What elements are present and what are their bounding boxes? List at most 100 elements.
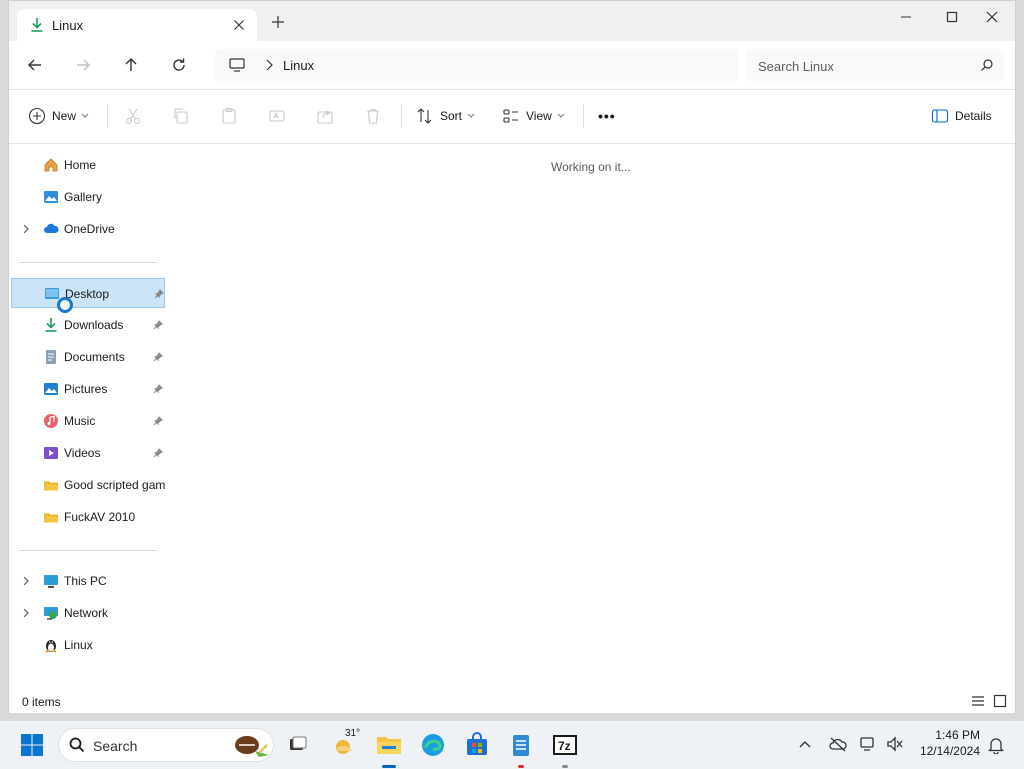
monitor-icon — [229, 58, 245, 75]
close-window-icon[interactable] — [969, 9, 1015, 25]
weather-temp: 31° — [345, 728, 361, 739]
start-windows-icon[interactable] — [20, 733, 46, 759]
pin-icon[interactable] — [154, 288, 164, 302]
search-icon — [69, 737, 85, 756]
nav-divider — [19, 262, 157, 263]
task-view-icon[interactable] — [286, 732, 312, 758]
clipboard-icon — [222, 107, 236, 124]
system-clock[interactable]: 1:46 PM 12/14/2024 — [920, 727, 980, 759]
nav-item-documents[interactable]: Documents — [11, 342, 165, 372]
search-input[interactable] — [756, 56, 970, 76]
tab-linux[interactable]: Linux — [17, 9, 257, 41]
address-bar: Linux — [9, 41, 1015, 90]
file-list-pane[interactable]: Working on it... — [169, 144, 1015, 689]
chevron-right-icon — [265, 59, 273, 74]
volume-muted-icon[interactable] — [886, 736, 904, 755]
title-bar: Linux — [9, 1, 1015, 41]
nav-label: Home — [64, 158, 97, 172]
chevron-up-icon[interactable] — [798, 738, 812, 752]
chevron-down-icon — [467, 113, 475, 118]
up-arrow-icon[interactable] — [121, 55, 141, 75]
search-box[interactable] — [746, 49, 1004, 81]
edge-browser-icon[interactable] — [420, 732, 446, 758]
navigation-pane: Home Gallery OneDrive Desktop Downloads … — [9, 144, 169, 689]
pictures-icon — [43, 381, 59, 397]
plus-circle-icon — [28, 107, 46, 125]
close-tab-icon[interactable] — [231, 17, 247, 33]
music-icon — [43, 413, 59, 429]
chevron-right-icon[interactable] — [22, 607, 30, 621]
nav-item-music[interactable]: Music — [11, 406, 165, 436]
chevron-down-icon — [81, 113, 89, 118]
pin-icon[interactable] — [153, 447, 163, 461]
cloud-offline-icon[interactable] — [829, 736, 847, 755]
nav-item-good-scripted-games[interactable]: Good scripted gam — [11, 470, 165, 500]
chevron-right-icon[interactable] — [22, 575, 30, 589]
rename-icon — [269, 110, 285, 122]
new-button[interactable]: New — [28, 106, 89, 126]
nav-item-videos[interactable]: Videos — [11, 438, 165, 468]
view-button[interactable]: View — [502, 106, 565, 126]
pin-icon[interactable] — [153, 351, 163, 365]
copy-icon — [174, 108, 188, 124]
nav-item-home[interactable]: Home — [11, 150, 165, 180]
cloud-icon — [43, 221, 59, 237]
nav-item-gallery[interactable]: Gallery — [11, 182, 165, 212]
nav-item-linux[interactable]: Linux — [11, 630, 165, 660]
download-icon — [29, 17, 45, 33]
item-count: 0 items — [22, 695, 61, 709]
share-button[interactable] — [316, 106, 334, 126]
nav-item-this-pc[interactable]: This PC — [11, 566, 165, 596]
store-icon[interactable] — [464, 732, 490, 758]
file-explorer-taskbar-icon[interactable] — [376, 732, 402, 758]
breadcrumb[interactable]: Linux — [283, 58, 314, 73]
taskbar-search-label: Search — [93, 738, 138, 754]
pin-icon[interactable] — [153, 383, 163, 397]
taskbar-search-box[interactable]: Search — [58, 728, 274, 762]
taskbar: Search 31° 7z 1:46 PM 12/14/2024 — [0, 720, 1024, 769]
more-options-button[interactable]: ••• — [598, 106, 616, 126]
cut-button[interactable] — [124, 106, 142, 126]
nav-item-pictures[interactable]: Pictures — [11, 374, 165, 404]
details-view-icon[interactable] — [971, 694, 985, 711]
sort-button[interactable]: Sort — [416, 106, 475, 126]
notepad-icon[interactable] — [508, 732, 534, 758]
refresh-icon[interactable] — [169, 55, 189, 75]
nav-item-network[interactable]: Network — [11, 598, 165, 628]
toolbar-divider — [107, 104, 108, 128]
forward-arrow-icon[interactable] — [73, 55, 93, 75]
scissors-icon — [125, 108, 141, 125]
search-icon — [980, 58, 994, 75]
pin-icon[interactable] — [153, 415, 163, 429]
paste-button[interactable] — [220, 106, 238, 126]
details-label: Details — [955, 109, 992, 123]
nav-item-onedrive[interactable]: OneDrive — [11, 214, 165, 244]
back-arrow-icon[interactable] — [25, 55, 45, 75]
new-tab-icon[interactable] — [271, 15, 285, 29]
details-button[interactable]: Details — [931, 106, 992, 126]
nav-item-desktop[interactable]: Desktop — [11, 278, 165, 308]
chevron-right-icon[interactable] — [22, 223, 30, 237]
svg-text:7z: 7z — [558, 739, 571, 753]
nav-label: Gallery — [64, 190, 103, 204]
notification-bell-icon[interactable] — [987, 736, 1005, 757]
status-bar: 0 items — [9, 689, 1015, 713]
nav-item-downloads[interactable]: Downloads — [11, 310, 165, 340]
folder-icon — [43, 509, 59, 525]
network-status-icon[interactable] — [860, 736, 878, 755]
nav-label: This PC — [64, 574, 107, 588]
linux-icon — [43, 637, 59, 653]
delete-button[interactable] — [364, 106, 382, 126]
network-icon — [43, 605, 59, 621]
copy-button[interactable] — [172, 106, 190, 126]
nav-item-fuckav-2010[interactable]: FuckAV 2010 — [11, 502, 165, 532]
clock-time: 1:46 PM — [935, 728, 980, 742]
7zip-icon[interactable]: 7z — [552, 732, 578, 758]
minimize-icon[interactable] — [883, 9, 929, 25]
busy-cursor-icon — [57, 297, 73, 313]
path-box[interactable]: Linux — [215, 49, 739, 81]
documents-icon — [43, 349, 59, 365]
rename-button[interactable] — [268, 106, 286, 126]
tiles-view-icon[interactable] — [993, 694, 1007, 711]
pin-icon[interactable] — [153, 319, 163, 333]
